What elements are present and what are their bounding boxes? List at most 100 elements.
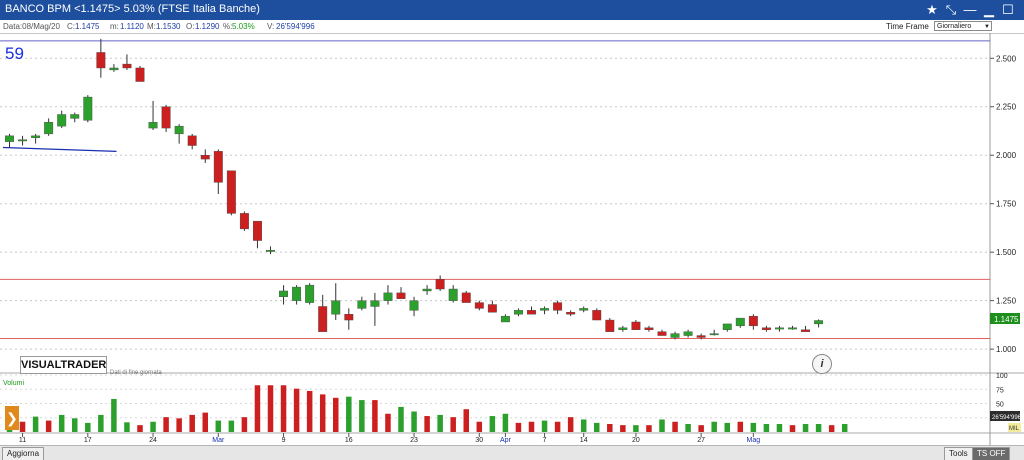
volume-bar	[137, 425, 143, 432]
candle-down	[631, 321, 641, 330]
last-volume-badge: 26'594'996	[992, 415, 1022, 421]
candle-up	[618, 327, 628, 330]
volume-bar	[150, 421, 156, 432]
volume-bar	[32, 416, 39, 432]
candle-down	[644, 327, 654, 330]
maximize-icon[interactable]: ☐	[1000, 2, 1016, 18]
chart-hlines	[0, 40, 990, 339]
volume-bar	[750, 422, 757, 432]
candle-up	[266, 250, 275, 252]
candle-up	[775, 327, 784, 330]
price-tick-label: 1.000	[996, 345, 1017, 354]
price-tick-label: 2.500	[996, 54, 1017, 63]
candle-up	[174, 125, 184, 135]
volume-bar	[620, 425, 626, 432]
candle-down	[187, 135, 197, 146]
candle-down	[161, 106, 171, 129]
min-label: m:	[110, 22, 119, 31]
price-chart[interactable]: 2.5002.2502.0001.7501.5001.2501.00010075…	[0, 33, 1024, 445]
candle-up	[279, 290, 288, 297]
candle-down	[592, 310, 602, 321]
pin-icon[interactable]: ⤡	[943, 2, 959, 18]
ts-toggle-button[interactable]: TS OFF	[972, 447, 1011, 460]
candle-up	[83, 96, 93, 121]
volume-bar	[359, 400, 365, 432]
volume-bar	[228, 420, 235, 432]
bottom-toolbar: Aggiorna Tools TS OFF	[0, 445, 1024, 460]
candle-down	[527, 310, 536, 315]
candle-down	[761, 327, 771, 330]
volume-bar	[802, 424, 809, 432]
volume-bar	[515, 422, 522, 432]
volume-bar	[306, 390, 313, 432]
candle-up	[814, 320, 824, 325]
volume-bar	[724, 422, 730, 432]
last-price-badge: 1.1475	[994, 315, 1019, 324]
volume-bar	[463, 409, 469, 432]
volume-bar	[437, 414, 443, 432]
candle-down	[396, 292, 406, 299]
time-tick-label: 11	[19, 437, 26, 444]
candle-up	[148, 122, 158, 129]
volume-bar	[711, 421, 717, 432]
volume-bar	[685, 424, 691, 432]
data-subtitle: Dati di fine giornata	[110, 370, 162, 376]
volume-bar	[528, 421, 535, 432]
pct-label: %:	[223, 22, 233, 31]
candle-up	[5, 135, 14, 142]
volume-bar	[841, 424, 848, 432]
volume-label: V:	[267, 22, 275, 31]
close-value: 1.1475	[75, 22, 100, 31]
minimize-icon[interactable]: ▁	[981, 2, 997, 18]
volume-bar	[398, 406, 404, 432]
timeframe-select[interactable]: Giornaliero ▼	[934, 21, 992, 31]
candle-down	[553, 302, 563, 311]
candle-down	[566, 312, 576, 315]
volume-bar	[58, 414, 65, 432]
candle-down	[135, 67, 145, 82]
quote-infobar: Data:08/Mag/20 C: 1.1475 m: 1.1120 M: 1.…	[0, 20, 1024, 34]
volume-tick-label: 100	[996, 373, 1008, 380]
volume-bar	[411, 411, 417, 432]
volume-bar	[189, 414, 195, 432]
dash-icon[interactable]: —	[962, 2, 978, 18]
star-icon[interactable]: ★	[924, 2, 940, 18]
chevron-down-icon: ▼	[984, 24, 990, 30]
price-tick-label: 1.250	[996, 297, 1017, 306]
volume-bar	[215, 420, 222, 432]
candle-down	[748, 315, 758, 327]
candle-up	[331, 300, 341, 315]
time-tick-label: 16	[345, 437, 353, 444]
volume-caption: Volumi	[3, 380, 24, 387]
info-icon[interactable]: i	[812, 354, 832, 374]
volume-bar	[633, 425, 639, 432]
vol-unit-badge: MIL	[1009, 426, 1020, 432]
volume-bar	[372, 400, 378, 432]
volume-bar	[580, 419, 587, 432]
volume-bar	[594, 422, 600, 432]
volume-bar	[554, 421, 561, 432]
volume-bar	[124, 422, 130, 432]
volume-bar	[698, 425, 704, 432]
candle-down	[239, 213, 249, 230]
tools-button[interactable]: Tools	[944, 447, 973, 460]
refresh-button[interactable]: Aggiorna	[2, 447, 45, 460]
trendline	[2, 146, 117, 152]
chart-window: BANCO BPM <1.1475> 5.03% (FTSE Italia Ba…	[0, 0, 1024, 460]
volume-bar	[489, 416, 496, 432]
volume-series	[6, 385, 848, 432]
time-tick-label: 27	[697, 437, 705, 444]
candle-up	[448, 288, 458, 301]
volume-bar	[424, 416, 430, 432]
candle-up	[788, 327, 797, 330]
candle-up	[579, 308, 589, 311]
min-value: 1.1120	[120, 22, 144, 31]
volume-bar	[267, 385, 274, 432]
timeframe-value: Giornaliero	[937, 23, 972, 30]
chevron-right-icon[interactable]: ❯	[5, 406, 19, 430]
volume-bar	[776, 424, 783, 432]
volume-bar	[737, 421, 744, 432]
time-tick-label: 14	[580, 437, 588, 444]
volume-bar	[815, 424, 822, 432]
candle-down	[213, 151, 223, 183]
